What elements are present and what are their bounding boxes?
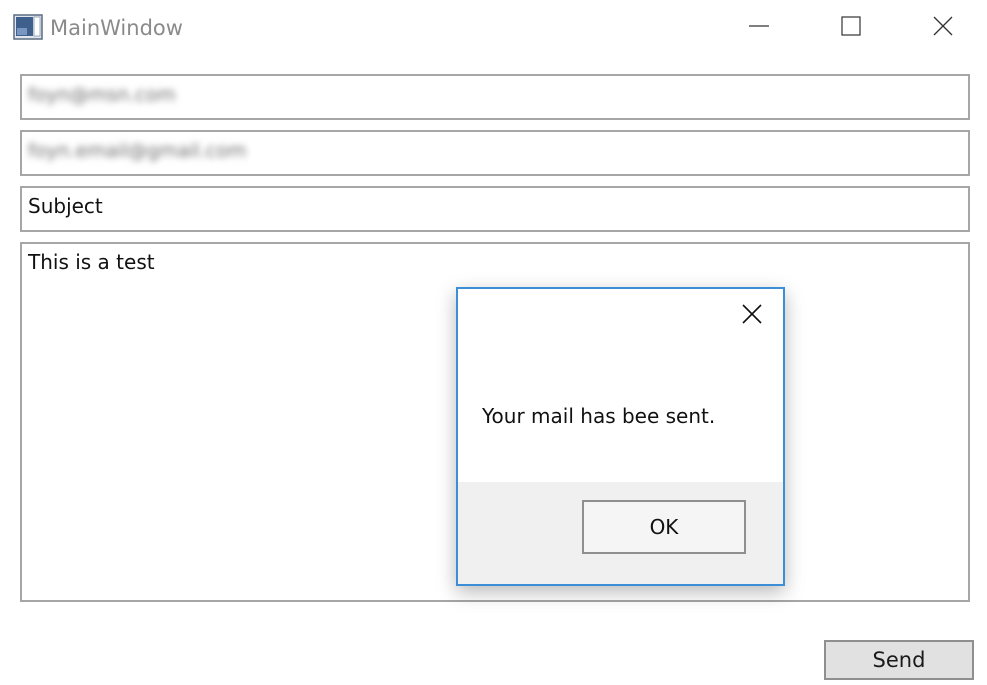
ok-button[interactable]: OK xyxy=(582,500,746,554)
message-body-value: This is a test xyxy=(28,250,155,274)
minimize-icon xyxy=(748,15,770,41)
dialog-close-button[interactable] xyxy=(739,303,765,329)
send-button[interactable]: Send xyxy=(824,640,974,680)
from-field-value: foyn@msn.com xyxy=(28,84,176,106)
window-app-icon xyxy=(13,14,43,40)
close-icon xyxy=(740,302,764,330)
to-field-value: foyn.email@gmail.com xyxy=(28,140,247,162)
maximize-button[interactable] xyxy=(805,0,897,56)
to-field[interactable]: foyn.email@gmail.com xyxy=(20,130,970,176)
subject-field-value: Subject xyxy=(28,194,103,218)
maximize-icon xyxy=(840,15,862,41)
dialog-message: Your mail has bee sent. xyxy=(482,404,716,428)
message-dialog: Your mail has bee sent. OK xyxy=(456,287,785,586)
title-bar[interactable]: MainWindow xyxy=(0,0,987,56)
dialog-footer: OK xyxy=(458,482,783,584)
close-icon xyxy=(932,15,954,41)
main-window: MainWindow foyn@msn.com foyn.email@gmail… xyxy=(0,0,987,685)
close-button[interactable] xyxy=(897,0,987,56)
minimize-button[interactable] xyxy=(713,0,805,56)
from-field[interactable]: foyn@msn.com xyxy=(20,74,970,120)
ok-button-label: OK xyxy=(649,515,679,539)
window-title: MainWindow xyxy=(50,16,183,40)
subject-field[interactable]: Subject xyxy=(20,186,970,232)
send-button-label: Send xyxy=(872,648,926,672)
